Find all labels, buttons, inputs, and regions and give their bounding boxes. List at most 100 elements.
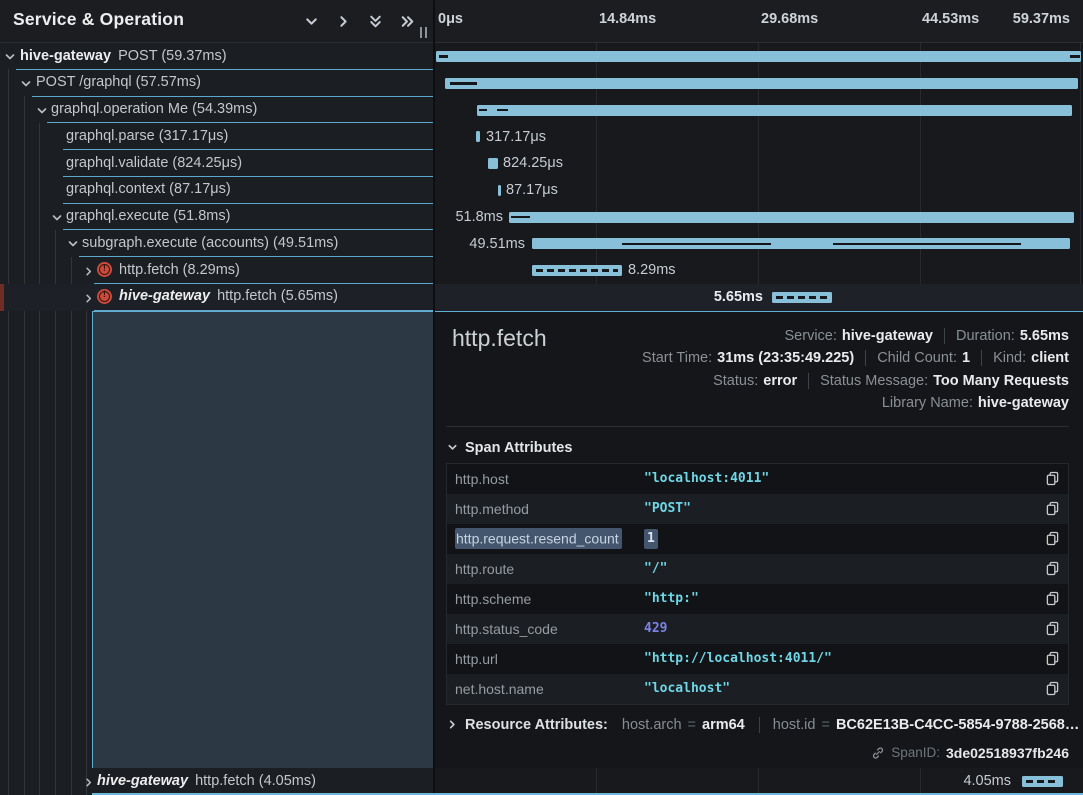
expand-one-icon[interactable] <box>335 13 352 30</box>
span-row-hive-gateway-post[interactable]: hive-gatewayPOST (59.37ms) <box>0 43 434 70</box>
span-label: POST (59.37ms) <box>118 48 227 64</box>
attribute-row-selected: http.request.resend_count 1 <box>447 524 1068 554</box>
attribute-row: http.url "http://localhost:4011/" <box>447 644 1068 674</box>
span-row-graphql-execute[interactable]: graphql.execute (51.8ms) <box>0 204 434 231</box>
duration-label: 87.17μs <box>506 182 558 198</box>
duration-label: 4.05ms <box>963 773 1011 789</box>
collapse-all-icon[interactable] <box>367 13 384 30</box>
panel-resize-handle[interactable] <box>420 27 427 38</box>
span-bar-http-fetch-2[interactable] <box>772 292 832 303</box>
span-id-value: 3de02518937fb246 <box>946 745 1069 761</box>
span-bar-post-graphql[interactable] <box>445 78 1078 89</box>
chevron-down-icon[interactable] <box>20 78 32 90</box>
span-bar-validate[interactable] <box>488 158 498 169</box>
chevron-down-icon[interactable] <box>36 105 48 117</box>
span-label: http.fetch (5.65ms) <box>217 288 338 304</box>
service-name: hive-gateway <box>119 288 210 304</box>
span-bar-parse[interactable] <box>476 131 480 142</box>
expand-all-icon[interactable] <box>399 13 416 30</box>
grid-line <box>596 0 597 310</box>
span-row-graphql-operation[interactable]: graphql.operation Me (54.39ms) <box>0 97 434 124</box>
span-row-subgraph-execute[interactable]: subgraph.execute (accounts) (49.51ms) <box>0 230 434 257</box>
attribute-row: net.host.name "localhost" <box>447 674 1068 704</box>
bar-self-time-mark <box>479 109 487 112</box>
meta-service: Service:hive-gateway <box>785 328 933 344</box>
copy-button[interactable] <box>1046 681 1059 696</box>
bar-self-time-mark <box>833 243 1021 246</box>
bar-self-time-mark <box>511 216 530 219</box>
meta-status: Status:error <box>713 373 797 389</box>
copy-button[interactable] <box>1046 531 1059 546</box>
chevron-down-icon[interactable] <box>4 51 16 63</box>
trace-viewer: Service & Operation 0μs 14.84ms 29.68ms … <box>0 0 1083 795</box>
span-label: http.fetch (4.05ms) <box>195 773 316 789</box>
grid-line <box>920 0 921 310</box>
resource-attributes-header[interactable]: Resource Attributes: host.arch = arm64 h… <box>447 717 1079 733</box>
span-row-post-graphql[interactable]: POST /graphql (57.57ms) <box>0 70 434 97</box>
indent-guide <box>55 230 56 795</box>
collapse-one-icon[interactable] <box>303 13 320 30</box>
meta-status-message: Status Message:Too Many Requests <box>808 373 1069 389</box>
header-bar: Service & Operation 0μs 14.84ms 29.68ms … <box>0 0 1083 43</box>
duration-label: 317.17μs <box>486 129 546 145</box>
duration-label: 51.8ms <box>455 209 503 225</box>
indent-guide <box>86 284 87 795</box>
duration-label: 8.29ms <box>628 262 676 278</box>
chevron-right-icon[interactable] <box>83 266 95 278</box>
duration-label: 824.25μs <box>503 155 563 171</box>
chevron-right-icon <box>447 719 458 730</box>
copy-button[interactable] <box>1046 561 1059 576</box>
span-label: graphql.execute (51.8ms) <box>66 208 230 224</box>
copy-button[interactable] <box>1046 591 1059 606</box>
span-row-http-fetch-2-selected[interactable]: hive-gateway http.fetch (5.65ms) <box>0 284 434 311</box>
span-row-graphql-context[interactable]: graphql.context (87.17μs) <box>0 177 434 204</box>
copy-button[interactable] <box>1046 651 1059 666</box>
attribute-row: http.scheme "http:" <box>447 584 1068 614</box>
error-scroll-indicator <box>0 284 4 311</box>
span-label: graphql.validate (824.25μs) <box>66 155 242 171</box>
span-detail-panel: http.fetch Service:hive-gateway Duration… <box>435 311 1083 769</box>
bar-self-time-mark <box>1070 55 1080 58</box>
span-label: http.fetch (8.29ms) <box>119 262 240 278</box>
span-row-graphql-validate[interactable]: graphql.validate (824.25μs) <box>0 150 434 177</box>
meta-library-name: Library Name:hive-gateway <box>882 395 1069 411</box>
span-bar-http-fetch-1[interactable] <box>532 265 622 276</box>
service-name: hive-gateway <box>97 773 188 789</box>
timeline-tick: 59.37ms <box>1013 11 1070 27</box>
chevron-right-icon[interactable] <box>83 777 95 789</box>
span-attributes-header[interactable]: Span Attributes <box>447 440 572 456</box>
span-bar-context[interactable] <box>498 185 501 196</box>
duration-label-selected: 5.65ms <box>714 289 763 305</box>
span-label: graphql.context (87.17μs) <box>66 181 231 197</box>
meta-child-count: Child Count:1 <box>865 350 970 366</box>
grid-line <box>920 768 921 795</box>
chevron-down-icon <box>447 442 458 453</box>
span-bar-http-fetch-3[interactable] <box>1022 776 1063 787</box>
attribute-row: http.method "POST" <box>447 494 1068 524</box>
span-label: subgraph.execute (accounts) (49.51ms) <box>82 235 338 251</box>
link-icon[interactable] <box>871 746 885 760</box>
span-bar-execute[interactable] <box>509 212 1074 223</box>
copy-button[interactable] <box>1046 621 1059 636</box>
copy-button[interactable] <box>1046 471 1059 486</box>
chevron-right-icon[interactable] <box>83 293 95 305</box>
span-label: graphql.operation Me (54.39ms) <box>51 101 257 117</box>
span-bar-operation-me[interactable] <box>477 105 1072 116</box>
resource-attr-host-arch: host.arch = arm64 <box>622 717 745 733</box>
span-label: POST /graphql (57.57ms) <box>36 74 201 90</box>
timeline-tick: 29.68ms <box>761 11 818 27</box>
bar-self-time-mark <box>497 109 508 112</box>
copy-button[interactable] <box>1046 501 1059 516</box>
chevron-down-icon[interactable] <box>67 238 79 250</box>
grid-line <box>1080 0 1081 310</box>
span-row-http-fetch-3[interactable]: hive-gateway http.fetch (4.05ms) <box>0 768 434 795</box>
duration-label: 49.51ms <box>469 236 525 252</box>
span-bar-root[interactable] <box>436 51 1081 62</box>
span-label: graphql.parse (317.17μs) <box>66 128 228 144</box>
bar-self-time-mark <box>450 82 477 85</box>
indent-guide <box>71 257 72 795</box>
span-row-graphql-parse[interactable]: graphql.parse (317.17μs) <box>0 123 434 150</box>
chevron-down-icon[interactable] <box>51 212 63 224</box>
attribute-row: http.status_code 429 <box>447 614 1068 644</box>
span-row-http-fetch-1[interactable]: http.fetch (8.29ms) <box>0 257 434 284</box>
